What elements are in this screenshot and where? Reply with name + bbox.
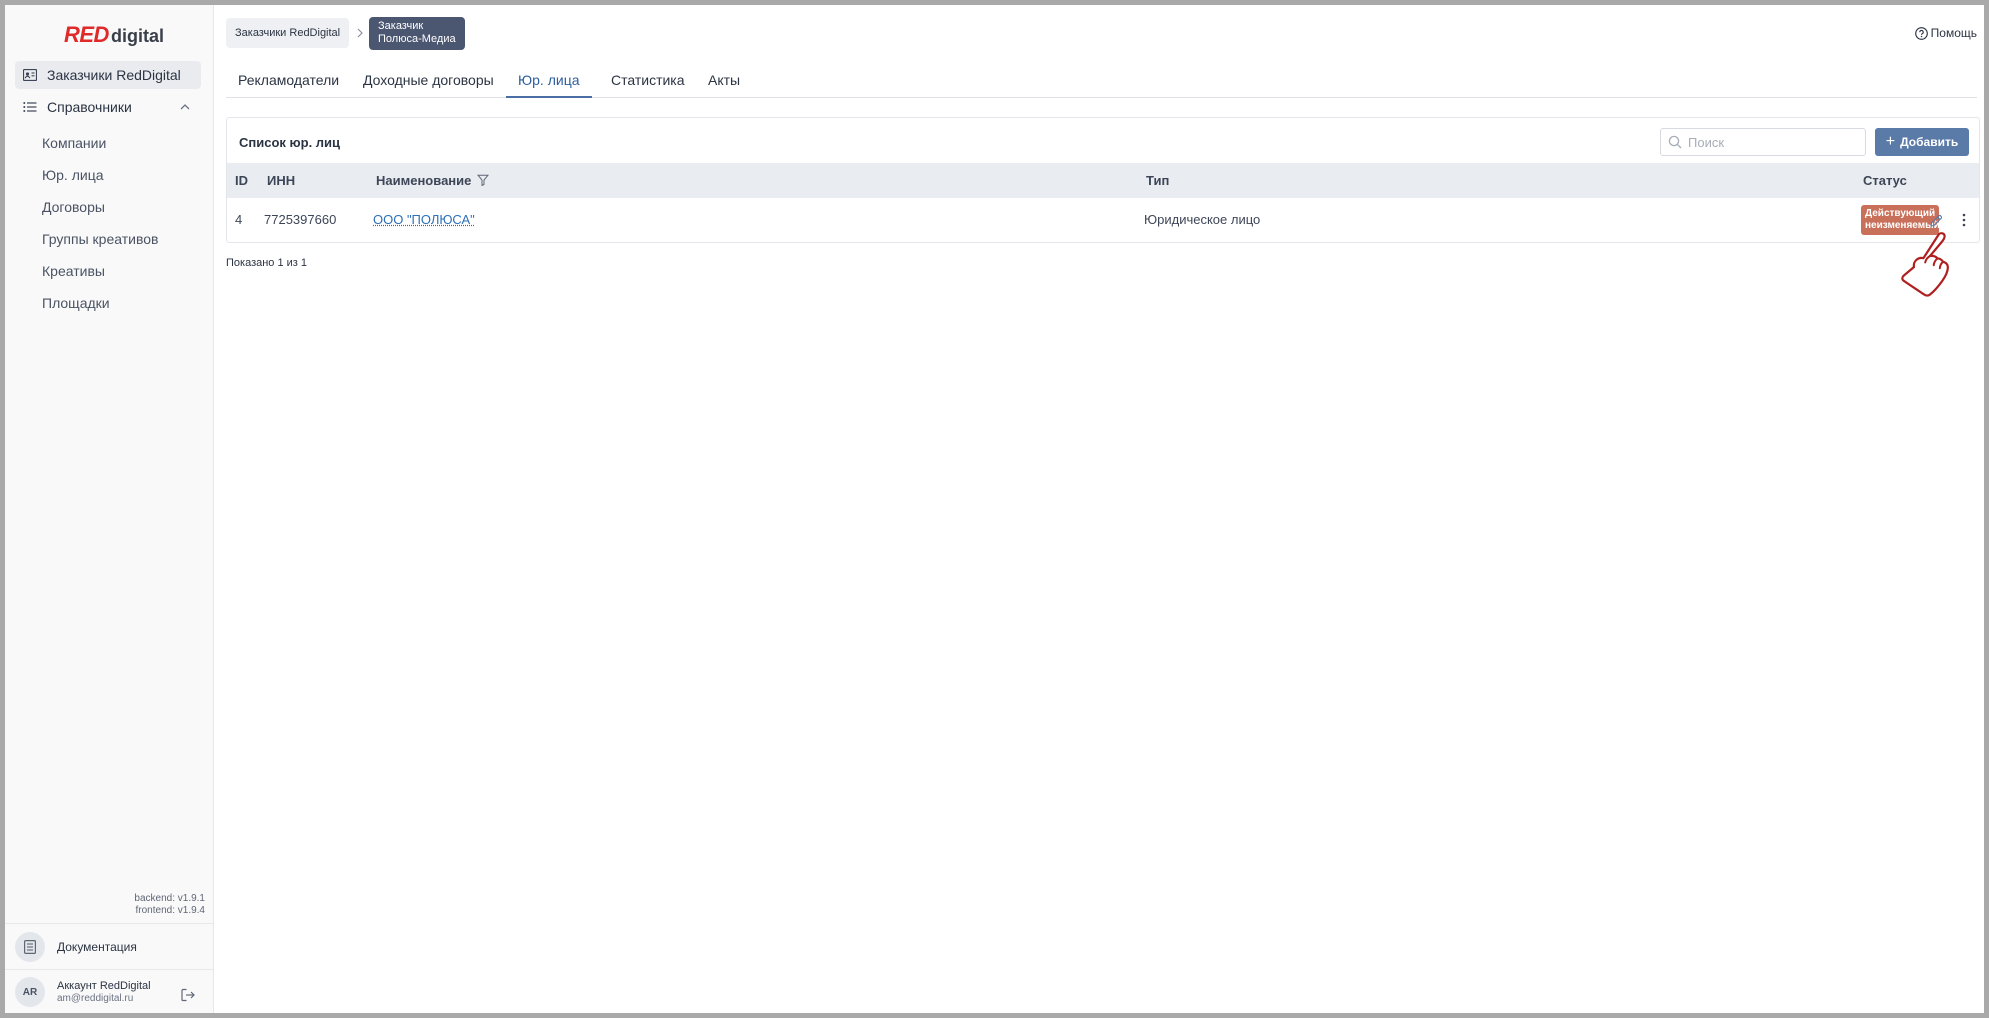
more-vertical-icon[interactable] — [1957, 212, 1971, 228]
breadcrumb-current[interactable]: Заказчик Полюса-Медиа — [369, 17, 465, 50]
chevron-up-icon[interactable] — [177, 99, 193, 115]
cell-name-link[interactable]: ООО "ПОЛЮСА" — [373, 212, 475, 227]
add-button[interactable]: + Добавить — [1875, 128, 1969, 156]
sidebar-item-label: Справочники — [47, 99, 132, 115]
sidebar-subitem-contracts[interactable]: Договоры — [42, 199, 105, 215]
sidebar-item-label: Заказчики RedDigital — [47, 67, 181, 83]
tab-bar: Рекламодатели Доходные договоры Юр. лица… — [226, 63, 1977, 98]
pagination-info: Показано 1 из 1 — [226, 257, 308, 269]
logo-red: RED — [64, 22, 109, 47]
column-header-inn[interactable]: ИНН — [267, 173, 295, 188]
sidebar-subitem-creative-groups[interactable]: Группы креативов — [42, 231, 158, 247]
column-header-name-label: Наименование — [376, 173, 472, 188]
account-text: Аккаунт RedDigital am@reddigital.ru — [57, 980, 151, 1005]
tab-income-contracts[interactable]: Доходные договоры — [351, 63, 506, 98]
sidebar-divider — [5, 969, 214, 970]
card-title: Список юр. лиц — [239, 135, 341, 150]
search-icon — [1668, 135, 1682, 149]
sidebar-subitem-legal-entities[interactable]: Юр. лица — [42, 167, 104, 183]
account-block[interactable]: AR Аккаунт RedDigital am@reddigital.ru — [15, 975, 151, 1009]
tab-advertisers[interactable]: Рекламодатели — [226, 63, 351, 98]
sidebar-divider — [5, 923, 214, 924]
account-email: am@reddigital.ru — [57, 992, 134, 1004]
documentation-label: Документация — [57, 940, 137, 954]
sidebar-subitem-platforms[interactable]: Площадки — [42, 295, 110, 311]
sidebar-subitem-creatives[interactable]: Креативы — [42, 263, 105, 279]
plus-icon: + — [1885, 133, 1896, 150]
logo-digital: digital — [110, 26, 164, 46]
add-button-label: Добавить — [1900, 135, 1959, 149]
column-header-name[interactable]: Наименование — [376, 173, 490, 188]
pointer-hand-icon — [1889, 230, 1961, 312]
breadcrumb-current-title: Заказчик — [378, 20, 424, 32]
logo[interactable]: RED digital — [64, 22, 164, 47]
chevron-right-icon — [356, 26, 366, 38]
breadcrumb-current-name: Полюса-Медиа — [378, 33, 456, 45]
help-icon — [1914, 26, 1928, 40]
backend-version: backend: v1.9.1 — [134, 893, 205, 904]
document-icon — [15, 932, 45, 962]
sidebar-item-directories[interactable]: Справочники — [15, 93, 201, 121]
edit-icon[interactable] — [1929, 214, 1943, 228]
frontend-version: frontend: v1.9.4 — [135, 905, 206, 916]
sidebar: RED digital Заказчики RedDigital Справоч… — [5, 5, 214, 1013]
status-badge-line1: Действующий — [1865, 208, 1936, 219]
breadcrumb-root[interactable]: Заказчики RedDigital — [226, 18, 350, 48]
help-link[interactable]: Помощь — [1914, 26, 1977, 40]
account-name: Аккаунт RedDigital — [57, 979, 151, 992]
cell-id: 4 — [235, 212, 243, 227]
search-box[interactable] — [1660, 128, 1866, 156]
tab-acts[interactable]: Акты — [696, 63, 752, 98]
table-header: ID ИНН Наименование Тип Статус — [227, 163, 1979, 198]
column-header-status[interactable]: Статус — [1863, 173, 1907, 188]
version-info: backend: v1.9.1 frontend: v1.9.4 — [134, 893, 205, 917]
tab-statistics[interactable]: Статистика — [599, 63, 697, 98]
column-header-id[interactable]: ID — [235, 173, 248, 188]
customers-icon — [22, 67, 38, 83]
list-icon — [22, 99, 38, 115]
sidebar-subitem-companies[interactable]: Компании — [42, 135, 106, 151]
sidebar-item-customers[interactable]: Заказчики RedDigital — [15, 61, 201, 89]
logout-icon[interactable] — [181, 988, 195, 1002]
help-label: Помощь — [1930, 26, 1977, 40]
tab-legal-entities[interactable]: Юр. лица — [506, 63, 592, 98]
cell-type: Юридическое лицо — [1144, 212, 1261, 227]
cell-inn: 7725397660 — [264, 212, 337, 227]
filter-icon[interactable] — [477, 174, 490, 186]
legal-entities-card: Список юр. лиц + Добавить ID ИНН Наимено… — [226, 117, 1980, 243]
documentation-link[interactable]: Документация — [15, 930, 137, 964]
avatar: AR — [15, 977, 45, 1007]
app-window: RED digital Заказчики RedDigital Справоч… — [0, 0, 1989, 1018]
column-header-type[interactable]: Тип — [1146, 173, 1169, 188]
table-row[interactable]: 4 7725397660 ООО "ПОЛЮСА" Юридическое ли… — [227, 198, 1979, 242]
search-input[interactable] — [1688, 134, 1858, 150]
